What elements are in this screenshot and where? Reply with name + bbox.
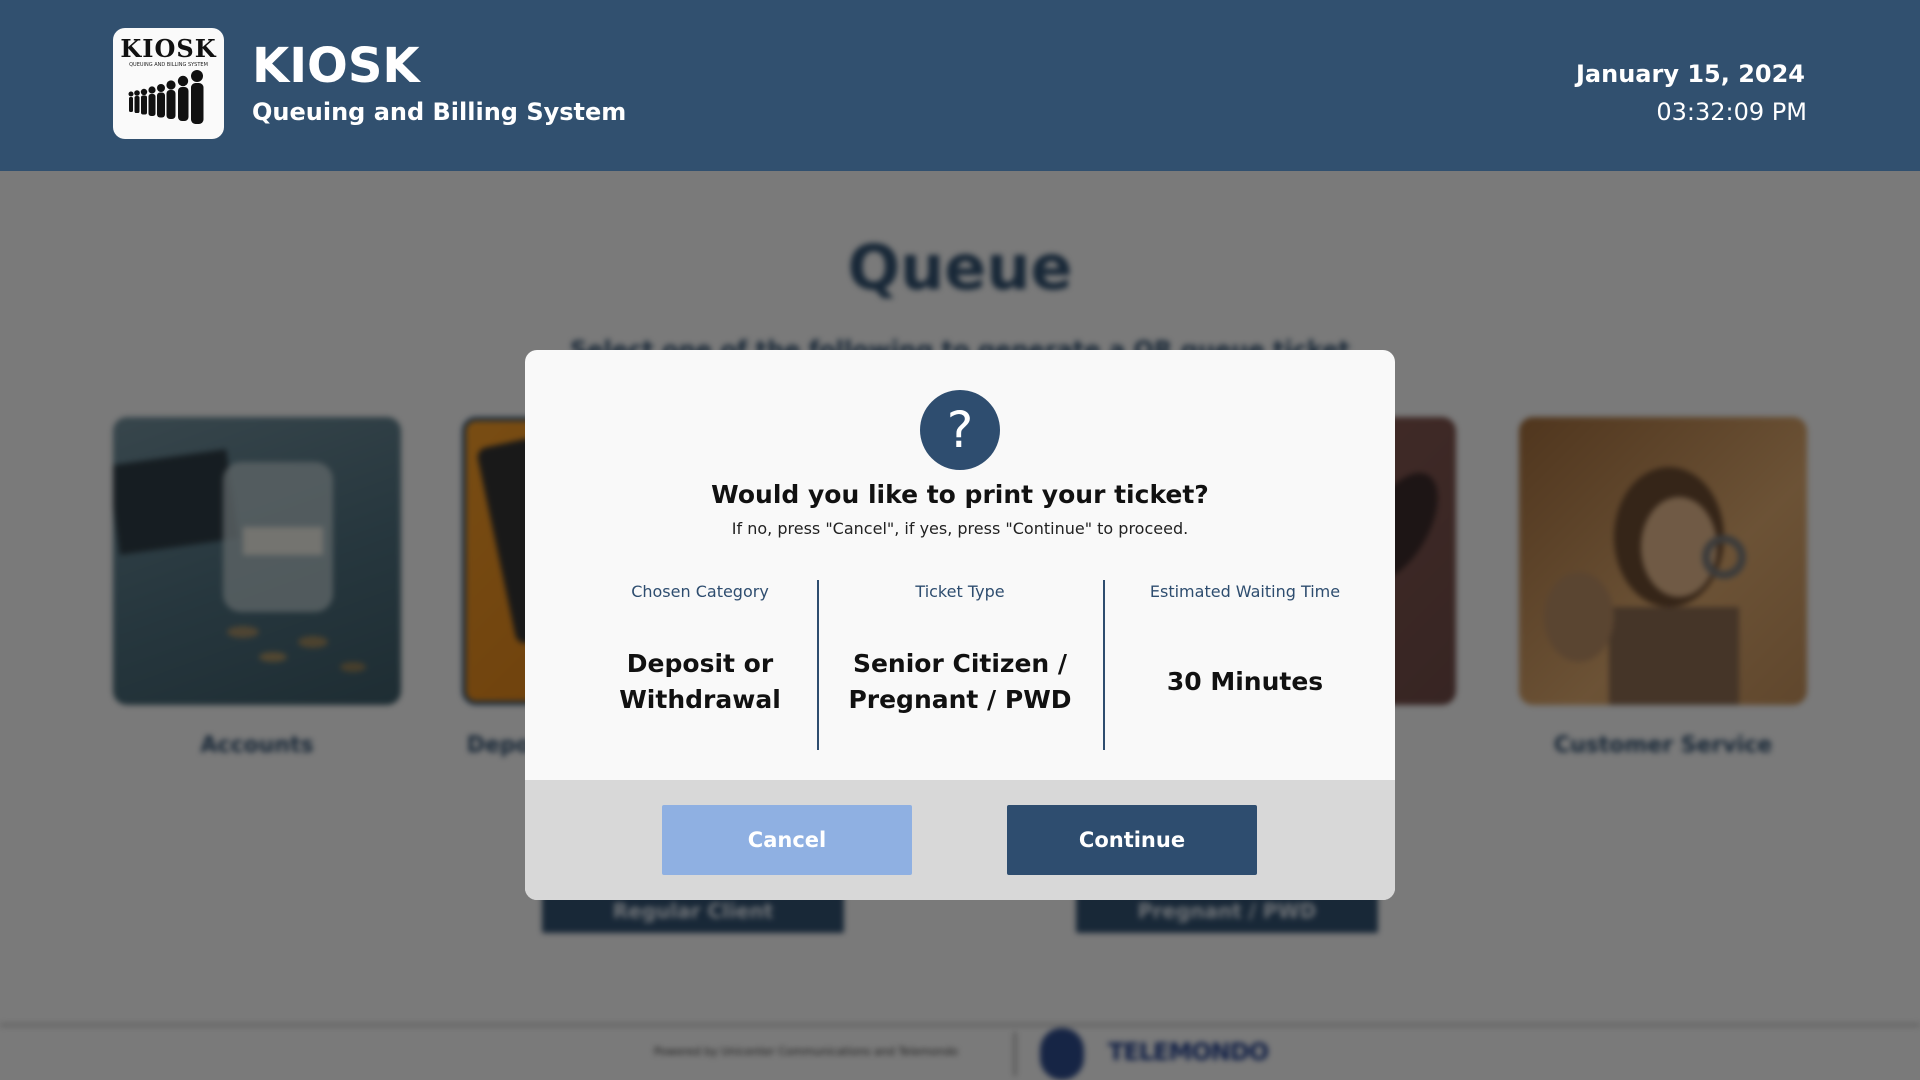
cancel-button[interactable]: Cancel	[662, 805, 912, 875]
dialog-title: Would you like to print your ticket?	[711, 480, 1209, 509]
app-subtitle: Queuing and Billing System	[252, 98, 627, 126]
waiting-time-section: Estimated Waiting Time 30 Minutes	[1105, 582, 1385, 752]
dialog-subtitle: If no, press "Cancel", if yes, press "Co…	[731, 519, 1189, 538]
continue-button[interactable]: Continue	[1007, 805, 1257, 875]
chosen-category-section: Chosen Category Deposit or Withdrawal	[560, 582, 840, 752]
current-time: 03:32:09 PM	[1656, 98, 1807, 126]
chosen-category-label: Chosen Category	[631, 582, 769, 601]
kiosk-logo: KIOSK QUEUING AND BILLING SYSTEM	[113, 28, 224, 139]
print-ticket-dialog: ? Would you like to print your ticket? I…	[525, 350, 1395, 900]
current-date: January 15, 2024	[1576, 60, 1805, 88]
ticket-type-value: Senior Citizen / Pregnant / PWD	[848, 649, 1072, 714]
column-divider	[817, 580, 819, 750]
dialog-footer: Cancel Continue	[525, 780, 1395, 900]
queue-people-icon	[128, 70, 204, 124]
app-title: KIOSK	[252, 38, 420, 94]
chosen-category-value: Deposit or Withdrawal	[619, 649, 781, 714]
waiting-time-label: Estimated Waiting Time	[1149, 582, 1341, 601]
question-icon: ?	[920, 390, 1000, 470]
ticket-type-section: Ticket Type Senior Citizen / Pregnant / …	[820, 582, 1100, 752]
logo-title: KIOSK	[120, 34, 217, 63]
app-header: KIOSK QUEUING AND BILLING SYSTEM KIOSK Q…	[0, 0, 1920, 171]
ticket-type-label: Ticket Type	[915, 582, 1005, 601]
waiting-time-value: 30 Minutes	[1166, 667, 1324, 696]
